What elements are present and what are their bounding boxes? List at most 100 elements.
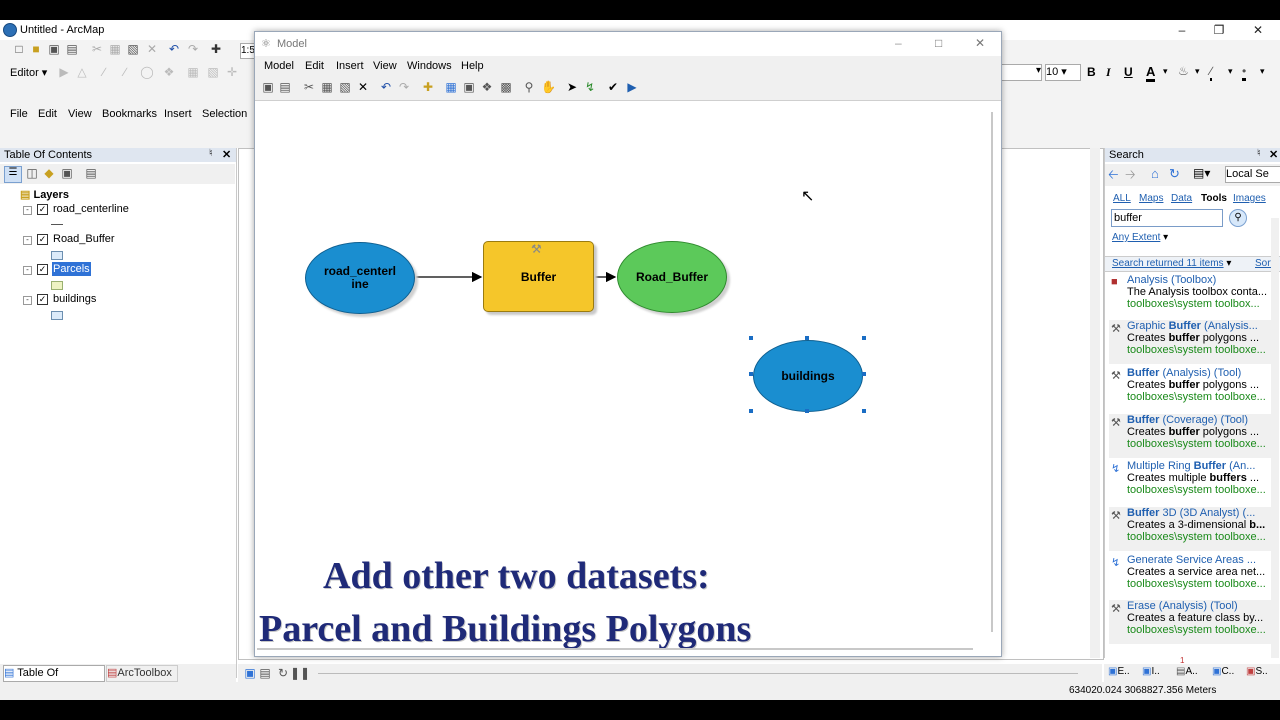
add-data-icon[interactable]: ✚ <box>421 81 435 94</box>
fill-color-icon[interactable]: ♨ <box>1178 64 1189 78</box>
redo-icon[interactable]: ↷ <box>186 43 200 56</box>
result-item[interactable]: ⚒ Graphic Buffer (Analysis... Creates bu… <box>1109 320 1277 364</box>
menu-file[interactable]: File <box>10 108 28 120</box>
collapse-icon[interactable]: - <box>23 266 32 275</box>
tab-s[interactable]: ▣S.. <box>1246 666 1268 677</box>
model-node-buildings[interactable]: buildings <box>753 340 863 412</box>
delete-icon[interactable]: ✕ <box>356 81 370 94</box>
select-icon[interactable]: ➤ <box>565 81 579 94</box>
collapse-icon[interactable]: - <box>23 236 32 245</box>
tab-c[interactable]: ▣C.. <box>1212 666 1234 677</box>
model-menu-windows[interactable]: Windows <box>407 60 452 72</box>
edit-annotation-icon[interactable]: △ <box>75 66 89 79</box>
model-menu-view[interactable]: View <box>373 60 397 72</box>
restore-icon[interactable]: ❐ <box>1207 22 1231 38</box>
save-icon[interactable]: ▣ <box>47 43 61 56</box>
zoom-to-fit-icon[interactable]: ▩ <box>499 81 513 94</box>
model-menu-edit[interactable]: Edit <box>305 60 324 72</box>
pan-icon[interactable]: ✋ <box>541 81 556 94</box>
search-close-icon[interactable]: ✕ <box>1269 148 1278 161</box>
cut-icon[interactable]: ✂ <box>302 81 316 94</box>
search-input[interactable]: buffer <box>1111 209 1223 227</box>
selection-handle[interactable] <box>862 372 866 376</box>
tab-arctoolbox[interactable]: ▤ArcToolbox <box>106 665 178 682</box>
font-size-dropdown[interactable]: 10 ▾ <box>1045 64 1081 81</box>
list-by-selection-icon[interactable]: ▣ <box>60 167 74 180</box>
copy-icon[interactable]: ▦ <box>108 43 122 56</box>
result-item[interactable]: ⚒ Buffer 3D (3D Analyst) (... Creates a … <box>1109 507 1277 551</box>
search-tab-data[interactable]: Data <box>1171 193 1192 204</box>
underline-button[interactable]: U <box>1124 65 1133 79</box>
run-icon[interactable]: ▶ <box>625 81 639 94</box>
marker-color-dropdown-icon[interactable]: ▾ <box>1260 66 1265 77</box>
minimize-icon[interactable]: – <box>895 36 902 50</box>
map-scrollbar[interactable] <box>1090 148 1100 658</box>
layer-road-centerline[interactable]: road_centerline <box>53 202 129 216</box>
layout-view-icon[interactable]: ▤ <box>258 667 272 680</box>
pin-icon[interactable]: ♮ <box>1257 148 1261 159</box>
result-item[interactable]: ↯ Multiple Ring Buffer (An... Creates mu… <box>1109 460 1277 504</box>
menu-edit[interactable]: Edit <box>38 108 57 120</box>
layer-checkbox[interactable]: ✓ <box>37 264 48 275</box>
home-icon[interactable]: ⌂ <box>1151 166 1159 181</box>
model-canvas[interactable]: road_centerl ine Buffer ⚒ Road_Buffer bu… <box>257 102 999 654</box>
layer-buildings[interactable]: buildings <box>53 292 96 306</box>
paste-icon[interactable]: ▧ <box>126 43 140 56</box>
validate-icon[interactable]: ✔ <box>606 81 620 94</box>
line-color-icon[interactable]: ∕ <box>1210 64 1213 81</box>
cut-icon[interactable]: ✂ <box>90 43 104 56</box>
model-menu-insert[interactable]: Insert <box>336 60 364 72</box>
collapse-icon[interactable]: - <box>23 206 32 215</box>
edit-vertices-icon[interactable]: ◯ <box>140 66 154 79</box>
selection-handle[interactable] <box>862 336 866 340</box>
view-options-icon[interactable]: ▤▾ <box>1193 166 1210 180</box>
close-icon[interactable]: ✕ <box>1246 22 1270 38</box>
layer-checkbox[interactable]: ✓ <box>37 294 48 305</box>
new-document-icon[interactable]: □ <box>12 43 26 56</box>
add-data-icon[interactable]: ✚ <box>209 43 223 56</box>
marker-color-icon[interactable]: • <box>1242 64 1247 81</box>
collapse-icon[interactable]: - <box>23 296 32 305</box>
selection-handle[interactable] <box>749 336 753 340</box>
search-tab-tools[interactable]: Tools <box>1201 193 1227 204</box>
list-by-drawing-order-icon[interactable]: ☰ <box>4 166 22 183</box>
canvas-horizontal-scrollbar[interactable] <box>257 648 973 650</box>
font-dropdown[interactable]: ▾ <box>1000 64 1042 81</box>
selection-handle[interactable] <box>749 409 753 413</box>
model-node-road-centerline[interactable]: road_centerl ine <box>305 242 415 314</box>
result-item[interactable]: ↯ Generate Service Areas ... Creates a s… <box>1109 554 1277 598</box>
fixed-zoom-icon[interactable]: ❖ <box>480 81 494 94</box>
options-icon[interactable]: ▤ <box>84 167 98 180</box>
maximize-icon[interactable]: □ <box>935 36 942 50</box>
edit-tool-icon[interactable]: ▶ <box>57 66 71 79</box>
trace-icon[interactable]: ∕ <box>118 66 132 79</box>
search-scope-dropdown[interactable]: Local Se <box>1225 166 1280 183</box>
tab-i[interactable]: ▣I.. <box>1142 666 1160 677</box>
canvas-vertical-scrollbar[interactable] <box>991 112 993 632</box>
list-by-visibility-icon[interactable]: ◆ <box>42 167 56 180</box>
copy-icon[interactable]: ▦ <box>320 81 334 94</box>
search-tab-images[interactable]: Images <box>1233 193 1266 204</box>
toc-close-icon[interactable]: ✕ <box>222 148 231 161</box>
reshape-icon[interactable]: ❖ <box>162 66 176 79</box>
undo-icon[interactable]: ↶ <box>167 43 181 56</box>
search-scrollbar[interactable] <box>1271 218 1279 658</box>
print-icon[interactable]: ▤ <box>65 43 79 56</box>
layer-checkbox[interactable]: ✓ <box>37 204 48 215</box>
print-icon[interactable]: ▤ <box>278 81 292 94</box>
layers-root[interactable]: ▤ Layers <box>20 188 69 202</box>
pause-icon[interactable]: ❚❚ <box>290 667 310 680</box>
rotate-icon[interactable]: ✛ <box>225 66 239 79</box>
any-extent-dropdown[interactable]: Any Extent ▾ <box>1112 232 1168 243</box>
results-count[interactable]: Search returned 11 items ▾ <box>1112 258 1231 269</box>
selection-handle[interactable] <box>862 409 866 413</box>
search-tab-all[interactable]: ALL <box>1113 193 1131 204</box>
model-node-road-buffer[interactable]: Road_Buffer <box>617 241 727 313</box>
menu-view[interactable]: View <box>68 108 92 120</box>
search-tab-maps[interactable]: Maps <box>1139 193 1163 204</box>
menu-insert[interactable]: Insert <box>164 108 192 120</box>
italic-button[interactable]: I <box>1106 65 1111 80</box>
search-go-icon[interactable]: ⚲ <box>1229 209 1247 227</box>
refresh-icon[interactable]: ↻ <box>1169 166 1180 182</box>
layer-parcels[interactable]: Parcels <box>52 262 91 276</box>
